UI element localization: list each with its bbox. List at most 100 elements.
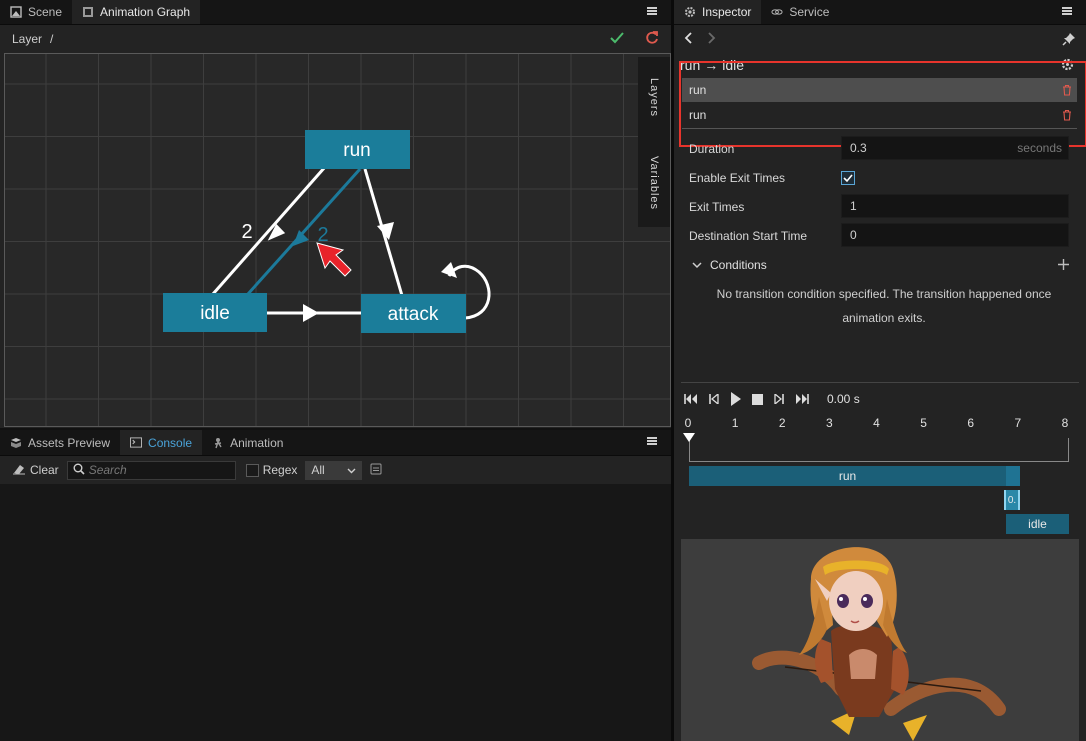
state-graph-canvas[interactable]: 2 2 run idle attack Layers Variables <box>4 53 671 427</box>
side-tab-variables[interactable]: Variables <box>638 143 670 223</box>
playback-controls: 0.00 s <box>684 389 860 409</box>
clear-button[interactable]: Clear <box>30 463 59 477</box>
state-node-idle[interactable]: idle <box>163 293 267 332</box>
cursor-arrow-icon <box>316 242 352 277</box>
exit-times-value: 1 <box>850 199 857 213</box>
duration-value: 0.3 <box>850 141 867 155</box>
transition-list-item[interactable]: run <box>682 103 1077 127</box>
animation-preview-viewport[interactable] <box>681 539 1079 741</box>
skip-to-start-icon[interactable] <box>684 394 698 404</box>
play-icon[interactable] <box>730 392 742 406</box>
log-level-select[interactable]: All <box>305 460 363 480</box>
regex-checkbox[interactable] <box>245 463 259 477</box>
list-divider <box>682 128 1077 129</box>
inspector-menu-icon[interactable] <box>1062 5 1072 17</box>
character-preview-image <box>752 547 1006 741</box>
log-file-icon[interactable] <box>370 463 382 478</box>
transition-title: run → idle <box>680 57 744 73</box>
layer-path[interactable]: / <box>50 32 53 46</box>
source-clip-bar[interactable]: run <box>689 466 1006 486</box>
tab-animation-graph[interactable]: Animation Graph <box>72 0 201 24</box>
timeline-ruler[interactable] <box>683 433 1069 462</box>
transition-duration-bar[interactable]: 0. <box>1004 490 1020 510</box>
timeline-tick-label: 4 <box>873 416 880 430</box>
regex-label: Regex <box>262 463 298 477</box>
transition-idle-attack[interactable] <box>267 304 363 322</box>
pin-icon[interactable] <box>1062 32 1076 49</box>
target-clip-bar[interactable]: idle <box>1006 514 1069 534</box>
tab-animation[interactable]: Animation <box>202 430 293 455</box>
transition-item-label: run <box>689 108 707 122</box>
state-node-attack[interactable]: attack <box>361 294 466 333</box>
refresh-icon[interactable] <box>645 31 659 48</box>
timeline-tick-label: 6 <box>967 416 975 430</box>
exit-times-field[interactable]: 1 <box>841 194 1069 218</box>
duration-field[interactable]: 0.3 seconds <box>841 136 1069 160</box>
timeline-divider <box>681 382 1079 383</box>
inspector-nav <box>674 25 1086 53</box>
inspector-tabbar: Inspector Service <box>674 0 1086 25</box>
exit-times-label: Exit Times <box>689 200 745 214</box>
playhead-marker-icon[interactable] <box>682 433 696 443</box>
animation-graph-icon <box>82 6 94 18</box>
transition-item-label: run <box>689 83 707 97</box>
delete-trash-icon[interactable] <box>1062 109 1072 121</box>
add-condition-plus-icon[interactable] <box>1057 258 1070 274</box>
tab-service[interactable]: Service <box>761 0 839 24</box>
tab-scene[interactable]: Scene <box>0 0 72 24</box>
service-icon <box>771 6 783 18</box>
tab-animation-label: Animation <box>230 435 284 450</box>
tab-console[interactable]: Console <box>120 430 203 455</box>
tab-assets-preview[interactable]: Assets Preview <box>0 430 120 455</box>
conditions-header[interactable]: Conditions <box>692 258 767 272</box>
stop-icon[interactable] <box>752 393 763 405</box>
timeline-tick-label: 5 <box>920 416 927 430</box>
panel-menu-icon[interactable] <box>647 5 657 17</box>
layer-breadcrumb: Layer / <box>0 25 671 52</box>
state-node-run-label: run <box>343 140 370 161</box>
console-toolbar: Clear Search Regex All <box>0 456 671 484</box>
transition-to: idle <box>722 57 745 73</box>
layer-label: Layer <box>12 31 43 46</box>
search-placeholder: Search <box>88 463 127 477</box>
tab-inspector[interactable]: Inspector <box>674 0 762 24</box>
timeline-tick-label: 8 <box>1061 416 1069 430</box>
tab-console-label: Console <box>148 435 193 450</box>
transition-count-idle-run: 2 <box>241 221 252 243</box>
tab-assets-preview-label: Assets Preview <box>28 435 111 450</box>
current-time: 0.00 s <box>827 392 860 406</box>
state-node-run[interactable]: run <box>305 130 410 169</box>
destination-start-time-field[interactable]: 0 <box>841 223 1069 247</box>
transition-count-run-idle: 2 <box>317 224 328 246</box>
graph-grid <box>5 54 670 426</box>
duration-label: Duration <box>689 142 735 156</box>
side-tab-layers[interactable]: Layers <box>638 63 670 133</box>
back-arrow-icon[interactable] <box>684 31 693 47</box>
step-forward-icon[interactable] <box>773 394 785 404</box>
skip-to-end-icon[interactable] <box>795 394 809 404</box>
blend-overlap-bar <box>1006 466 1020 486</box>
timeline-tick-label: 1 <box>731 416 739 430</box>
checkmark-icon <box>843 174 853 183</box>
console-search-input[interactable]: Search <box>66 460 236 480</box>
console-menu-icon[interactable] <box>647 435 657 447</box>
conditions-label: Conditions <box>710 258 767 272</box>
apply-check-icon[interactable] <box>609 31 625 48</box>
transition-list-item[interactable]: run <box>682 78 1077 102</box>
duration-unit: seconds <box>1017 141 1062 155</box>
tab-scene-label: Scene <box>28 5 63 19</box>
transition-run-idle[interactable] <box>246 167 362 296</box>
tab-inspector-label: Inspector <box>702 5 752 19</box>
console-icon <box>130 437 143 449</box>
step-back-icon[interactable] <box>708 394 720 404</box>
enable-exit-times-checkbox[interactable] <box>841 171 855 185</box>
delete-trash-icon[interactable] <box>1062 84 1072 96</box>
clear-icon[interactable] <box>12 463 26 478</box>
animation-graph-panel: Scene Animation Graph Layer / 2 2 run id… <box>0 0 671 428</box>
settings-gear-icon[interactable] <box>1061 58 1074 74</box>
forward-arrow-icon[interactable] <box>707 31 716 47</box>
console-panel: Assets Preview Console Animation Clear S… <box>0 430 671 741</box>
no-condition-message: No transition condition specified. The t… <box>716 287 1052 325</box>
log-level-value: All <box>311 463 325 477</box>
chevron-down-icon <box>692 261 702 268</box>
